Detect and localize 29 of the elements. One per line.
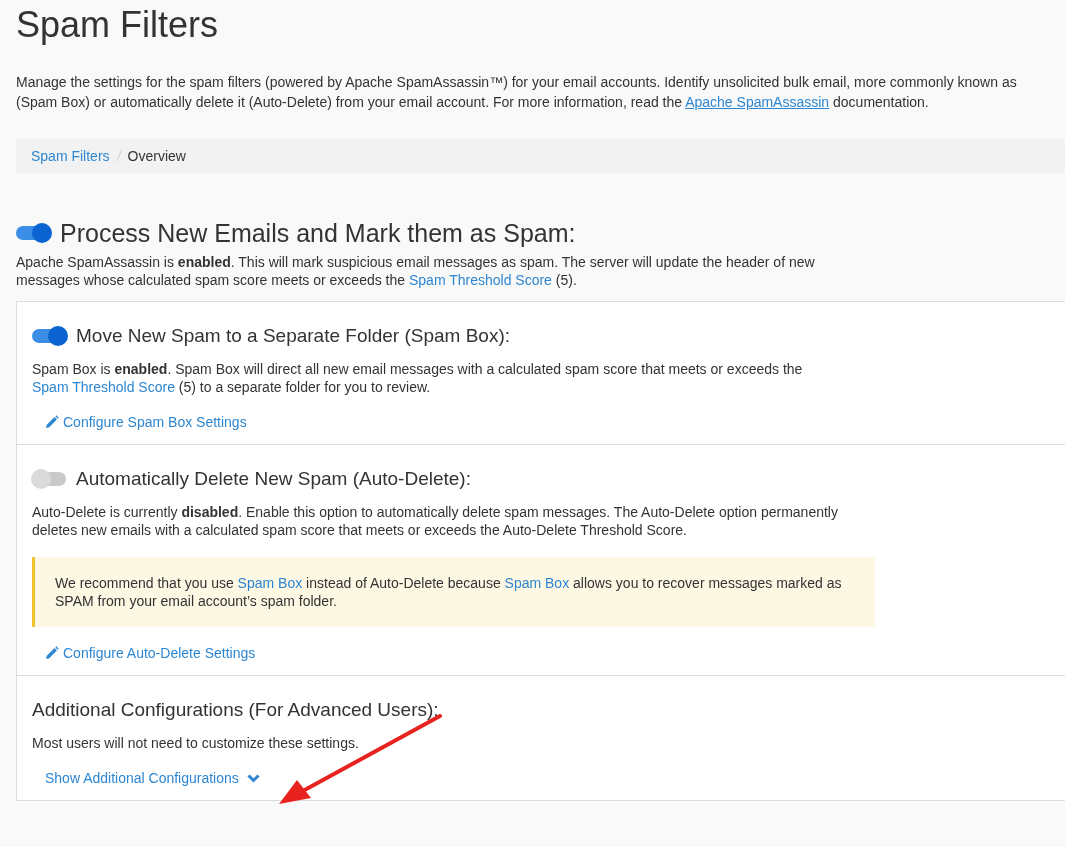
toggle-switch[interactable] xyxy=(32,329,66,343)
intro-text: Manage the settings for the spam filters (powered by Apache SpamAssassin™) for your email accounts. Identify unsolicited bulk email, more commonly known as xyxy=(16,73,1018,92)
panel-description: Auto-Delete is currently disabled. Enable this option to automatically delete spam messages. The Auto-Delete option permanently deletes new emails with a calculated spam score that meets or exceeds the Auto-Delete Threshold Score. xyxy=(32,503,839,539)
panel-description: Most users will not need to customize these settings. xyxy=(32,734,360,752)
warning-alert: We recommend that you use Spam Box instead of Auto-Delete because Spam Box allows you to recover messages marked as SPAM from your email account’s spam folder. xyxy=(32,557,875,627)
configure-link[interactable]: Configure Auto-Delete Settings xyxy=(63,645,256,661)
threshold-link[interactable]: Spam Threshold Score xyxy=(409,272,552,288)
threshold-link[interactable]: Spam Threshold Score xyxy=(32,379,175,395)
spam-box-link[interactable]: Spam Box xyxy=(237,575,303,591)
panel-title: Additional Configurations (For Advanced Users): xyxy=(32,698,439,722)
intro-text: (Spam Box) or automatically delete it (Auto-Delete) from your email account. For more information, read the Apache SpamAssassin documentation. xyxy=(16,93,930,112)
breadcrumb-separator-icon xyxy=(115,150,122,162)
pencil-icon[interactable] xyxy=(45,646,59,660)
configure-link[interactable]: Configure Spam Box Settings xyxy=(63,414,247,430)
pencil-icon[interactable] xyxy=(45,415,59,429)
section-title: Process New Emails and Mark them as Spam: xyxy=(60,218,576,249)
page-title: Spam Filters xyxy=(16,3,220,47)
toggle-switch[interactable] xyxy=(16,226,50,240)
panel-description: Spam Box is enabled. Spam Box will direct all new email messages with a calculated spam score that meets or exceeds the Spam Threshold Score (5) to a separate folder for you to review. xyxy=(32,360,804,396)
toggle-switch[interactable] xyxy=(32,472,66,486)
panel-title: Automatically Delete New Spam (Auto-Delete): xyxy=(76,467,471,491)
section-description: Apache SpamAssassin is enabled. This will mark suspicious email messages as spam. The server will update the header of new messages whose calculated spam score meets or exceeds the Spam Threshold Score (5). xyxy=(16,253,816,289)
configure-link[interactable]: Show Additional Configurations xyxy=(45,770,239,786)
spamassassin-link[interactable]: Apache SpamAssassin xyxy=(685,94,830,110)
spam-box-link[interactable]: Spam Box xyxy=(504,575,570,591)
breadcrumb-item[interactable]: Spam Filters xyxy=(31,148,110,164)
chevron-down-icon[interactable] xyxy=(246,773,260,783)
breadcrumb-item[interactable]: Overview xyxy=(127,148,186,164)
panel-title: Move New Spam to a Separate Folder (Spam Box): xyxy=(76,324,511,348)
